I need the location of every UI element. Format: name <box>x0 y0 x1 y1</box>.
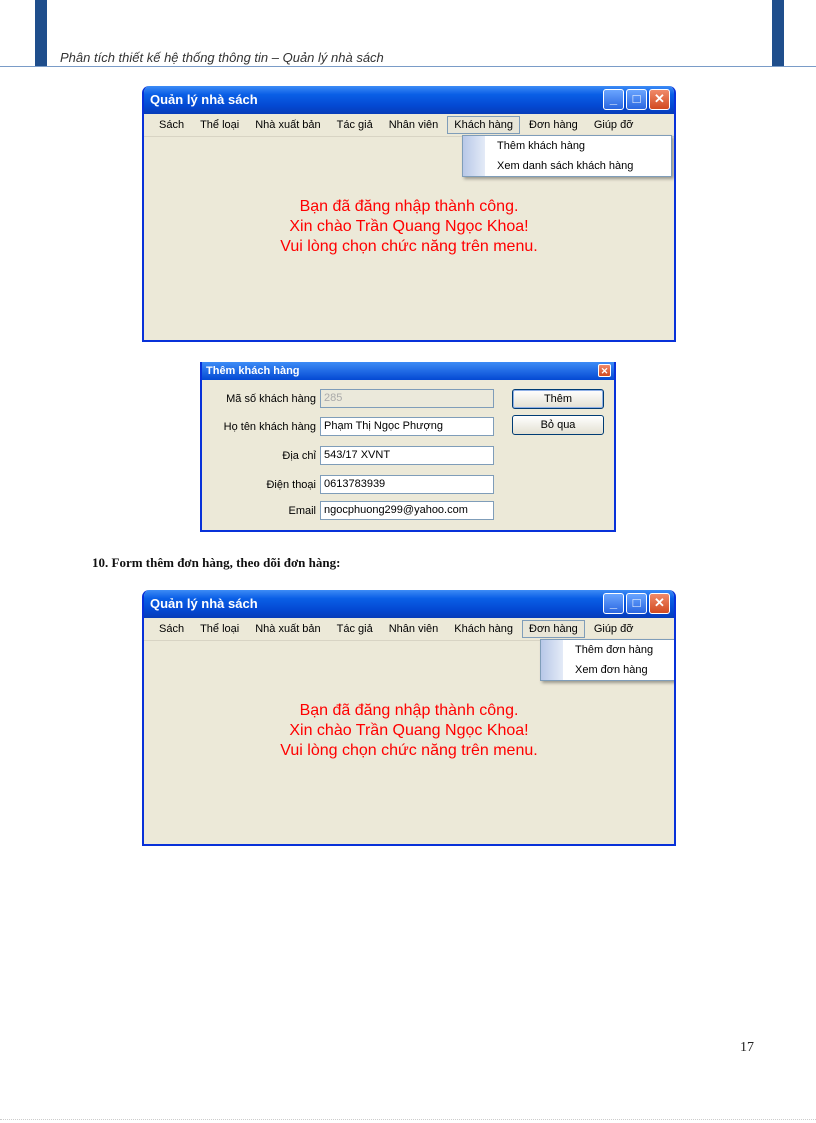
menu-khach-hang[interactable]: Khách hàng <box>447 620 520 638</box>
welcome-line-3: Vui lòng chọn chức năng trên menu. <box>280 238 538 255</box>
menu-khach-hang[interactable]: Khách hàng <box>447 116 520 134</box>
menu-tac-gia[interactable]: Tác giả <box>330 620 380 638</box>
customer-id-input: 285 <box>320 389 494 408</box>
field-address: Địa chỉ 543/17 XVNT <box>202 446 502 468</box>
order-dropdown-menu: Thêm đơn hàng Xem đơn hàng <box>540 639 674 681</box>
menu-nha-xuat-ban[interactable]: Nhà xuất bản <box>248 620 327 638</box>
menu-item-add-order[interactable]: Thêm đơn hàng <box>541 640 674 660</box>
menu-sach[interactable]: Sách <box>152 620 191 638</box>
phone-input[interactable]: 0613783939 <box>320 475 494 494</box>
maximize-icon[interactable]: □ <box>626 593 647 614</box>
skip-button[interactable]: Bỏ qua <box>512 415 604 435</box>
menu-giup-do[interactable]: Giúp đỡ <box>587 620 641 638</box>
welcome-line-3: Vui lòng chọn chức năng trên menu. <box>280 742 538 759</box>
close-icon[interactable]: ✕ <box>649 89 670 110</box>
footer-rule <box>0 1119 816 1120</box>
window-titlebar: Quản lý nhà sách _ □ ✕ <box>144 590 674 618</box>
label-email: Email <box>288 505 316 517</box>
header-rule <box>0 66 816 67</box>
menu-nhan-vien[interactable]: Nhân viên <box>382 620 446 638</box>
page-number: 17 <box>740 1040 754 1055</box>
welcome-line-1: Bạn đã đăng nhập thành công. <box>299 702 519 719</box>
menubar: Sách Thể loại Nhà xuất bản Tác giả Nhân … <box>144 618 674 641</box>
add-button[interactable]: Thêm <box>512 389 604 409</box>
menu-the-loai[interactable]: Thể loại <box>193 116 246 134</box>
menu-item-list-customers[interactable]: Xem danh sách khách hàng <box>463 156 671 176</box>
customer-name-input[interactable]: Phạm Thị Ngọc Phượng <box>320 417 494 436</box>
main-window-orders: Quản lý nhà sách _ □ ✕ Sách Thể loại Nhà… <box>142 590 676 846</box>
welcome-line-2: Xin chào Trần Quang Ngọc Khoa! <box>289 218 529 235</box>
welcome-message: Bạn đã đăng nhập thành công. Xin chào Tr… <box>144 197 674 257</box>
menu-item-view-orders[interactable]: Xem đơn hàng <box>541 660 674 680</box>
dialog-titlebar: Thêm khách hàng ✕ <box>202 362 614 380</box>
header-bar-right <box>772 0 784 66</box>
field-email: Email ngocphuong299@yahoo.com <box>202 501 502 523</box>
field-phone: Điện thoại 0613783939 <box>202 475 502 497</box>
minimize-icon[interactable]: _ <box>603 89 624 110</box>
customer-dropdown-menu: Thêm khách hàng Xem danh sách khách hàng <box>462 135 672 177</box>
label-customer-id: Mã số khách hàng <box>226 393 316 405</box>
label-phone: Điện thoại <box>266 479 316 491</box>
label-customer-name: Họ tên khách hàng <box>223 421 316 433</box>
minimize-icon[interactable]: _ <box>603 593 624 614</box>
add-customer-dialog: Thêm khách hàng ✕ Mã số khách hàng 285 H… <box>200 362 616 532</box>
email-input[interactable]: ngocphuong299@yahoo.com <box>320 501 494 520</box>
section-heading: 10. Form thêm đơn hàng, theo dõi đơn hàn… <box>92 555 341 570</box>
close-icon[interactable]: ✕ <box>649 593 670 614</box>
menu-nhan-vien[interactable]: Nhân viên <box>382 116 446 134</box>
welcome-line-2: Xin chào Trần Quang Ngọc Khoa! <box>289 722 529 739</box>
field-customer-id: Mã số khách hàng 285 <box>202 389 502 411</box>
window-title: Quản lý nhà sách <box>150 596 258 611</box>
header-title: Phân tích thiết kế hệ thống thông tin – … <box>60 50 384 65</box>
field-customer-name: Họ tên khách hàng Phạm Thị Ngọc Phượng <box>202 417 502 439</box>
menubar: Sách Thể loại Nhà xuất bản Tác giả Nhân … <box>144 114 674 137</box>
menu-nha-xuat-ban[interactable]: Nhà xuất bản <box>248 116 327 134</box>
main-window-customers: Quản lý nhà sách _ □ ✕ Sách Thể loại Nhà… <box>142 86 676 342</box>
welcome-line-1: Bạn đã đăng nhập thành công. <box>299 198 519 215</box>
menu-sach[interactable]: Sách <box>152 116 191 134</box>
header-bar-left <box>35 0 47 66</box>
menu-tac-gia[interactable]: Tác giả <box>330 116 380 134</box>
window-titlebar: Quản lý nhà sách _ □ ✕ <box>144 86 674 114</box>
label-address: Địa chỉ <box>282 450 316 462</box>
menu-item-add-customer[interactable]: Thêm khách hàng <box>463 136 671 156</box>
close-icon[interactable]: ✕ <box>598 364 611 377</box>
menu-don-hang[interactable]: Đơn hàng <box>522 116 585 134</box>
address-input[interactable]: 543/17 XVNT <box>320 446 494 465</box>
menu-don-hang[interactable]: Đơn hàng <box>522 620 585 638</box>
menu-the-loai[interactable]: Thể loại <box>193 620 246 638</box>
welcome-message: Bạn đã đăng nhập thành công. Xin chào Tr… <box>144 701 674 761</box>
dialog-title: Thêm khách hàng <box>206 365 300 377</box>
maximize-icon[interactable]: □ <box>626 89 647 110</box>
window-title: Quản lý nhà sách <box>150 92 258 107</box>
menu-giup-do[interactable]: Giúp đỡ <box>587 116 641 134</box>
